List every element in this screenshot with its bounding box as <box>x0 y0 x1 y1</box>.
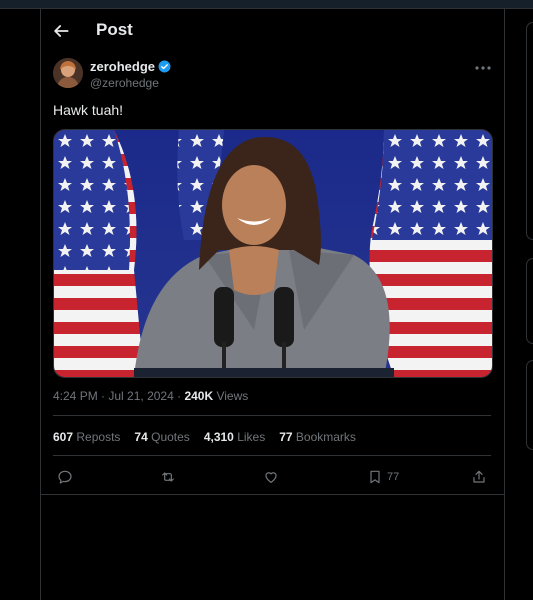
post-meta: 4:24 PM · Jul 21, 2024 · 240K Views <box>53 389 248 403</box>
likes-label: Likes <box>237 430 266 444</box>
post-time[interactable]: 4:24 PM <box>53 389 98 403</box>
post-stats: 607 Reposts 74 Quotes 4,310 Likes 77 Boo… <box>53 430 356 444</box>
post-photo <box>54 130 492 377</box>
repost-icon <box>162 472 174 482</box>
bookmarks-stat[interactable]: 77 Bookmarks <box>279 430 356 444</box>
column-border-left <box>40 9 41 600</box>
bookmark-icon <box>370 470 380 484</box>
side-panel-card <box>526 360 533 450</box>
action-bar: 77 <box>53 466 491 488</box>
more-icon <box>475 66 491 70</box>
bookmarks-label: Bookmarks <box>295 430 356 444</box>
bookmark-count: 77 <box>387 471 400 483</box>
like-button[interactable] <box>263 466 279 488</box>
reposts-stat[interactable]: 607 Reposts <box>53 430 120 444</box>
likes-count: 4,310 <box>203 430 234 444</box>
avatar[interactable] <box>53 58 83 88</box>
repost-button[interactable] <box>160 466 176 488</box>
more-options-button[interactable] <box>473 61 493 75</box>
bookmark-button[interactable]: 77 <box>367 466 399 488</box>
quotes-stat[interactable]: 74 Quotes <box>134 430 189 444</box>
author-name-row[interactable]: zerohedge <box>90 59 171 74</box>
reply-button[interactable] <box>57 466 73 488</box>
divider <box>41 494 504 495</box>
bookmarks-count: 77 <box>279 430 293 444</box>
post-media[interactable] <box>53 129 493 378</box>
views-label: Views <box>213 389 249 403</box>
post-author: zerohedge @zerohedge <box>53 58 493 92</box>
quotes-label: Quotes <box>151 430 190 444</box>
post-text: Hawk tuah! <box>53 102 124 118</box>
verified-badge-icon <box>158 60 171 73</box>
divider <box>53 415 491 416</box>
likes-stat[interactable]: 4,310 Likes <box>204 430 265 444</box>
author-name[interactable]: zerohedge <box>90 59 155 74</box>
reply-icon <box>58 470 72 484</box>
reposts-count: 607 <box>53 430 74 444</box>
divider <box>53 455 491 456</box>
side-panel-card <box>526 22 533 240</box>
meta-separator: · <box>173 389 185 403</box>
avatar-image <box>53 58 83 88</box>
back-button[interactable] <box>51 21 71 41</box>
browser-top-strip <box>0 0 533 9</box>
like-icon <box>265 472 277 483</box>
back-arrow-icon <box>54 25 69 37</box>
share-icon <box>473 470 485 483</box>
quotes-count: 74 <box>134 430 148 444</box>
post-date[interactable]: Jul 21, 2024 <box>108 389 173 403</box>
reposts-label: Reposts <box>76 430 121 444</box>
meta-separator: · <box>97 389 109 403</box>
page-title: Post <box>96 20 133 39</box>
column-border-right <box>504 9 505 600</box>
author-handle[interactable]: @zerohedge <box>90 76 159 90</box>
views-count: 240K <box>184 389 214 403</box>
post-header: Post <box>41 14 504 48</box>
share-button[interactable] <box>471 466 487 488</box>
side-panel-card <box>526 258 533 344</box>
